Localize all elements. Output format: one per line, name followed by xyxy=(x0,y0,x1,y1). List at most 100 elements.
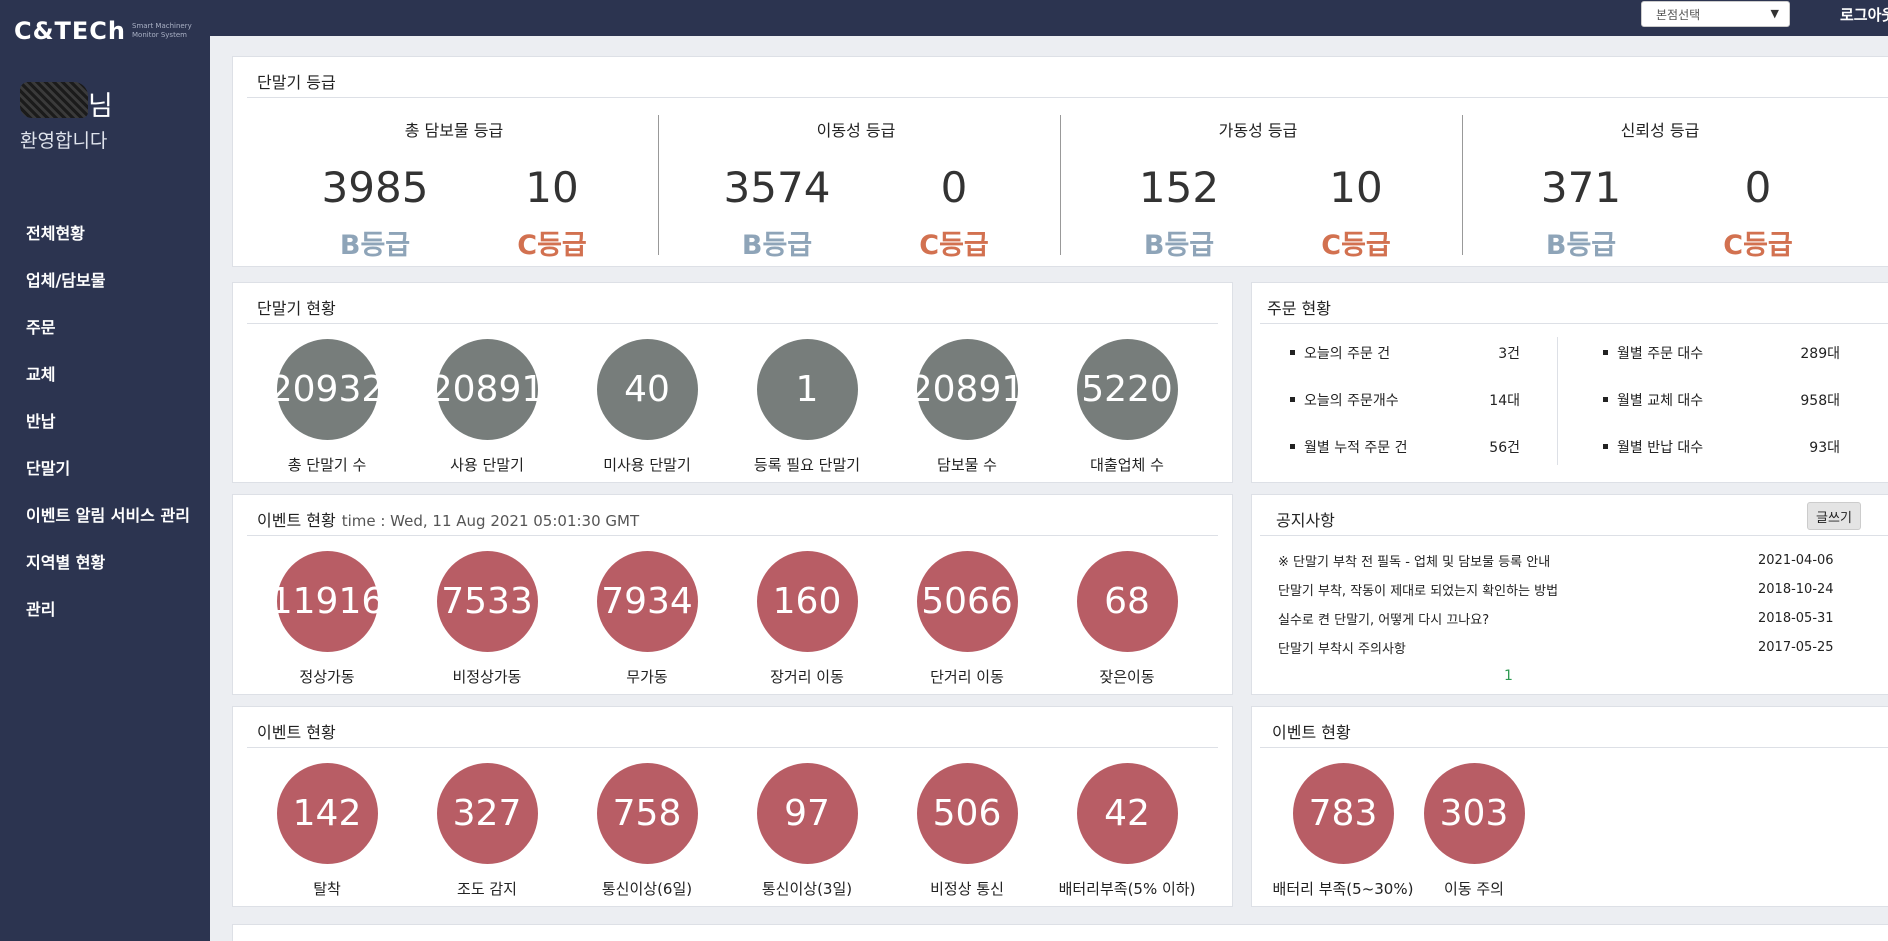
pagination-page[interactable]: 1 xyxy=(1504,668,1513,684)
bullet xyxy=(1290,397,1295,402)
grade-column-mobility: 이동성 등급 3574 0 B등급 C등급 xyxy=(655,107,1057,261)
panel-title: 공지사항 xyxy=(1276,511,1335,530)
sidebar-item-admin[interactable]: 관리 xyxy=(26,584,190,631)
stat-movement-caution[interactable]: 303 이동 주의 xyxy=(1389,763,1559,899)
divider xyxy=(1260,323,1888,324)
order-label: 월별 주문 대수 xyxy=(1617,345,1704,362)
write-button[interactable]: 글쓰기 xyxy=(1807,502,1861,530)
order-label: 월별 교체 대수 xyxy=(1617,392,1704,409)
order-value: 56건 xyxy=(1489,439,1520,456)
grade-name: 신뢰성 등급 xyxy=(1620,121,1700,140)
stat-circle: 758 xyxy=(596,763,698,864)
stat-total-terminals[interactable]: 20932 총 단말기 수 xyxy=(242,339,412,475)
order-monthly-cumulative: 월별 누적 주문 건 56건 xyxy=(1290,423,1520,470)
order-today-units: 오늘의 주문개수 14대 xyxy=(1290,376,1520,423)
bullet xyxy=(1603,350,1608,355)
order-value: 14대 xyxy=(1489,392,1520,409)
sidebar-item-regional-status[interactable]: 지역별 현황 xyxy=(26,537,190,584)
stat-detachment[interactable]: 142 탈착 xyxy=(242,763,412,899)
stat-light-detection[interactable]: 327 조도 감지 xyxy=(402,763,572,899)
stat-normal-operation[interactable]: 11916 정상가동 xyxy=(242,551,412,687)
stat-unused-terminals[interactable]: 40 미사용 단말기 xyxy=(562,339,732,475)
notice-item[interactable]: 단말기 부착시 주의사항 2017-05-25 xyxy=(1278,633,1878,662)
grade-column-operation: 가동성 등급 152 10 B등급 C등급 xyxy=(1057,107,1459,261)
branch-select-value: 본점선택 xyxy=(1656,7,1701,22)
branch-select[interactable]: 본점선택 ▼ xyxy=(1641,1,1790,27)
stat-comm-error-3d[interactable]: 97 통신이상(3일) xyxy=(722,763,892,899)
notice-list: ※ 단말기 부착 전 필독 - 업체 및 담보물 등록 안내 2021-04-06… xyxy=(1278,546,1878,662)
stat-label: 총 단말기 수 xyxy=(287,456,367,474)
stat-long-distance-move[interactable]: 160 장거리 이동 xyxy=(722,551,892,687)
grade-b-label: B등급 xyxy=(1143,230,1215,261)
sidebar-item-overview[interactable]: 전체현황 xyxy=(26,208,190,255)
stat-frequent-move[interactable]: 68 잦은이동 xyxy=(1042,551,1212,687)
order-value: 289대 xyxy=(1800,345,1840,362)
order-label: 월별 누적 주문 건 xyxy=(1304,439,1408,456)
grade-b-value: 3985 xyxy=(321,163,429,212)
sidebar-item-event-alerts[interactable]: 이벤트 알림 서비스 관리 xyxy=(26,490,190,537)
notices-panel: 공지사항 글쓰기 ※ 단말기 부착 전 필독 - 업체 및 담보물 등록 안내 2… xyxy=(1251,494,1888,695)
logo-subtitle: Smart Machinery Monitor System xyxy=(132,22,192,39)
order-label: 월별 반납 대수 xyxy=(1617,439,1704,456)
grade-name: 이동성 등급 xyxy=(816,121,896,140)
stat-circle: 5220 xyxy=(1076,339,1178,440)
notice-item[interactable]: 실수로 켠 단말기, 어떻게 다시 끄나요? 2018-05-31 xyxy=(1278,604,1878,633)
order-value: 3건 xyxy=(1498,345,1520,362)
sidebar-item-terminals[interactable]: 단말기 xyxy=(26,443,190,490)
order-today-count: 오늘의 주문 건 3건 xyxy=(1290,329,1520,376)
stat-circle: 160 xyxy=(756,551,858,652)
stat-circle: 7533 xyxy=(436,551,538,652)
grade-b-label: B등급 xyxy=(741,230,813,261)
stat-label: 통신이상(6일) xyxy=(601,880,693,898)
order-value: 93대 xyxy=(1809,439,1840,456)
bottom-panel xyxy=(232,924,1888,941)
stat-circle: 20891 xyxy=(430,339,544,440)
panel-title: 주문 현황 xyxy=(1267,299,1331,318)
order-status-panel: 주문 현황 오늘의 주문 건 3건 오늘의 주문개수 14대 월별 누적 주문 건 5… xyxy=(1251,282,1888,483)
panel-title-wrap: 이벤트 현황 time : Wed, 11 Aug 2021 05:01:30 G… xyxy=(257,507,639,531)
bullet xyxy=(1290,350,1295,355)
sidebar-item-returns[interactable]: 반납 xyxy=(26,396,190,443)
stat-circle: 20932 xyxy=(270,339,384,440)
grade-c-label: C등급 xyxy=(517,230,587,261)
stat-short-distance-move[interactable]: 5066 단거리 이동 xyxy=(882,551,1052,687)
sidebar-item-orders[interactable]: 주문 xyxy=(26,302,190,349)
grade-c-value: 0 xyxy=(1744,163,1772,212)
grade-c-label: C등급 xyxy=(1723,230,1793,261)
notice-item[interactable]: ※ 단말기 부착 전 필독 - 업체 및 담보물 등록 안내 2021-04-06 xyxy=(1278,546,1878,575)
stat-abnormal-comm[interactable]: 506 비정상 통신 xyxy=(882,763,1052,899)
welcome-text: 환영합니다 xyxy=(20,130,108,152)
stat-label: 장거리 이동 xyxy=(770,668,844,686)
stat-circle: 20891 xyxy=(910,339,1024,440)
divider xyxy=(247,97,1888,98)
stat-label: 미사용 단말기 xyxy=(603,456,691,474)
stat-collateral-count[interactable]: 20891 담보물 수 xyxy=(882,339,1052,475)
notice-title: 단말기 부착, 작동이 제대로 되었는지 확인하는 방법 xyxy=(1278,584,1559,599)
panel-title: 이벤트 현황 xyxy=(257,723,336,742)
stat-comm-error-6d[interactable]: 758 통신이상(6일) xyxy=(562,763,732,899)
stat-label: 조도 감지 xyxy=(457,880,517,898)
notice-item[interactable]: 단말기 부착, 작동이 제대로 되었는지 확인하는 방법 2018-10-24 xyxy=(1278,575,1878,604)
stat-label: 비정상가동 xyxy=(452,668,522,686)
stat-label: 비정상 통신 xyxy=(930,880,1004,898)
stat-circle: 303 xyxy=(1423,763,1525,864)
order-list-left: 오늘의 주문 건 3건 오늘의 주문개수 14대 월별 누적 주문 건 56건 xyxy=(1290,329,1520,470)
stat-no-operation[interactable]: 7934 무가동 xyxy=(562,551,732,687)
sidebar-item-companies-collateral[interactable]: 업체/담보물 xyxy=(26,255,190,302)
bullet xyxy=(1603,397,1608,402)
stat-registration-needed[interactable]: 1 등록 필요 단말기 xyxy=(722,339,892,475)
sidebar-item-replacement[interactable]: 교체 xyxy=(26,349,190,396)
stat-circle: 42 xyxy=(1076,763,1178,864)
stat-abnormal-operation[interactable]: 7533 비정상가동 xyxy=(402,551,572,687)
app-logo[interactable]: C&TECh Smart Machinery Monitor System xyxy=(14,16,202,46)
stat-lenders[interactable]: 5220 대출업체 수 xyxy=(1042,339,1212,475)
stat-circle: 68 xyxy=(1076,551,1178,652)
grades-panel: 단말기 등급 총 담보물 등급 3985 10 B등급 C등급 이동성 등급 3… xyxy=(232,56,1888,267)
stat-used-terminals[interactable]: 20891 사용 단말기 xyxy=(402,339,572,475)
divider xyxy=(247,535,1218,536)
stat-battery-low-5[interactable]: 42 배터리부족(5% 이하) xyxy=(1042,763,1212,899)
logout-button[interactable]: 로그아웃 xyxy=(1840,4,1888,25)
stat-circle: 142 xyxy=(276,763,378,864)
stat-label: 등록 필요 단말기 xyxy=(753,456,861,474)
stat-circle: 506 xyxy=(916,763,1018,864)
